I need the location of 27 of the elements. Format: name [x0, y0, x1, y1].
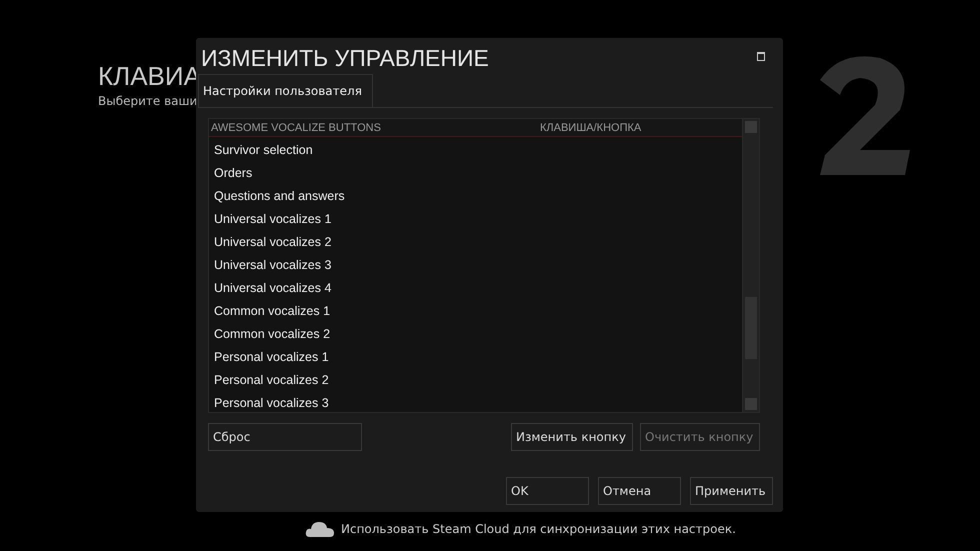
- action-name[interactable]: Questions and answers: [214, 188, 345, 202]
- cloud-icon: [305, 520, 335, 538]
- action-name[interactable]: Personal vocalizes 1: [214, 350, 329, 364]
- tab[interactable]: Настройки пользователя: [198, 74, 373, 107]
- action-button[interactable]: Сброс: [208, 423, 362, 451]
- column-header: AWESOME VOCALIZE BUTTONS: [210, 122, 382, 134]
- action-name[interactable]: Personal vocalizes 2: [214, 372, 329, 386]
- action-name[interactable]: Universal vocalizes 1: [214, 212, 332, 226]
- action-name[interactable]: Universal vocalizes 4: [214, 280, 332, 294]
- action-button[interactable]: Изменить кнопку: [511, 423, 633, 451]
- action-name[interactable]: Survivor selection: [214, 142, 313, 156]
- maximize-icon[interactable]: [757, 52, 765, 60]
- page-subtitle: Выберите ваши: [98, 94, 198, 108]
- dialog-button[interactable]: Отмена: [598, 477, 681, 505]
- action-name[interactable]: Orders: [214, 166, 252, 180]
- action-name[interactable]: Common vocalizes 1: [214, 304, 330, 318]
- page-heading: КЛАВИА: [98, 60, 201, 92]
- scrollbar[interactable]: [742, 119, 759, 412]
- action-name[interactable]: Personal vocalizes 3: [214, 396, 329, 410]
- cloud-sync-note: Использовать Steam Cloud для синхронизации этих настроек.: [341, 522, 736, 536]
- action-name[interactable]: Universal vocalizes 2: [214, 234, 332, 248]
- dialog-button[interactable]: Применить: [690, 477, 773, 505]
- dialog-button[interactable]: OK: [506, 477, 589, 505]
- action-name[interactable]: Common vocalizes 2: [214, 326, 330, 340]
- column-header: КЛАВИША/КНОПКА: [540, 122, 642, 134]
- action-name[interactable]: Universal vocalizes 3: [214, 258, 332, 272]
- dialog-title: ИЗМЕНИТЬ УПРАВЛЕНИЕ: [201, 44, 489, 72]
